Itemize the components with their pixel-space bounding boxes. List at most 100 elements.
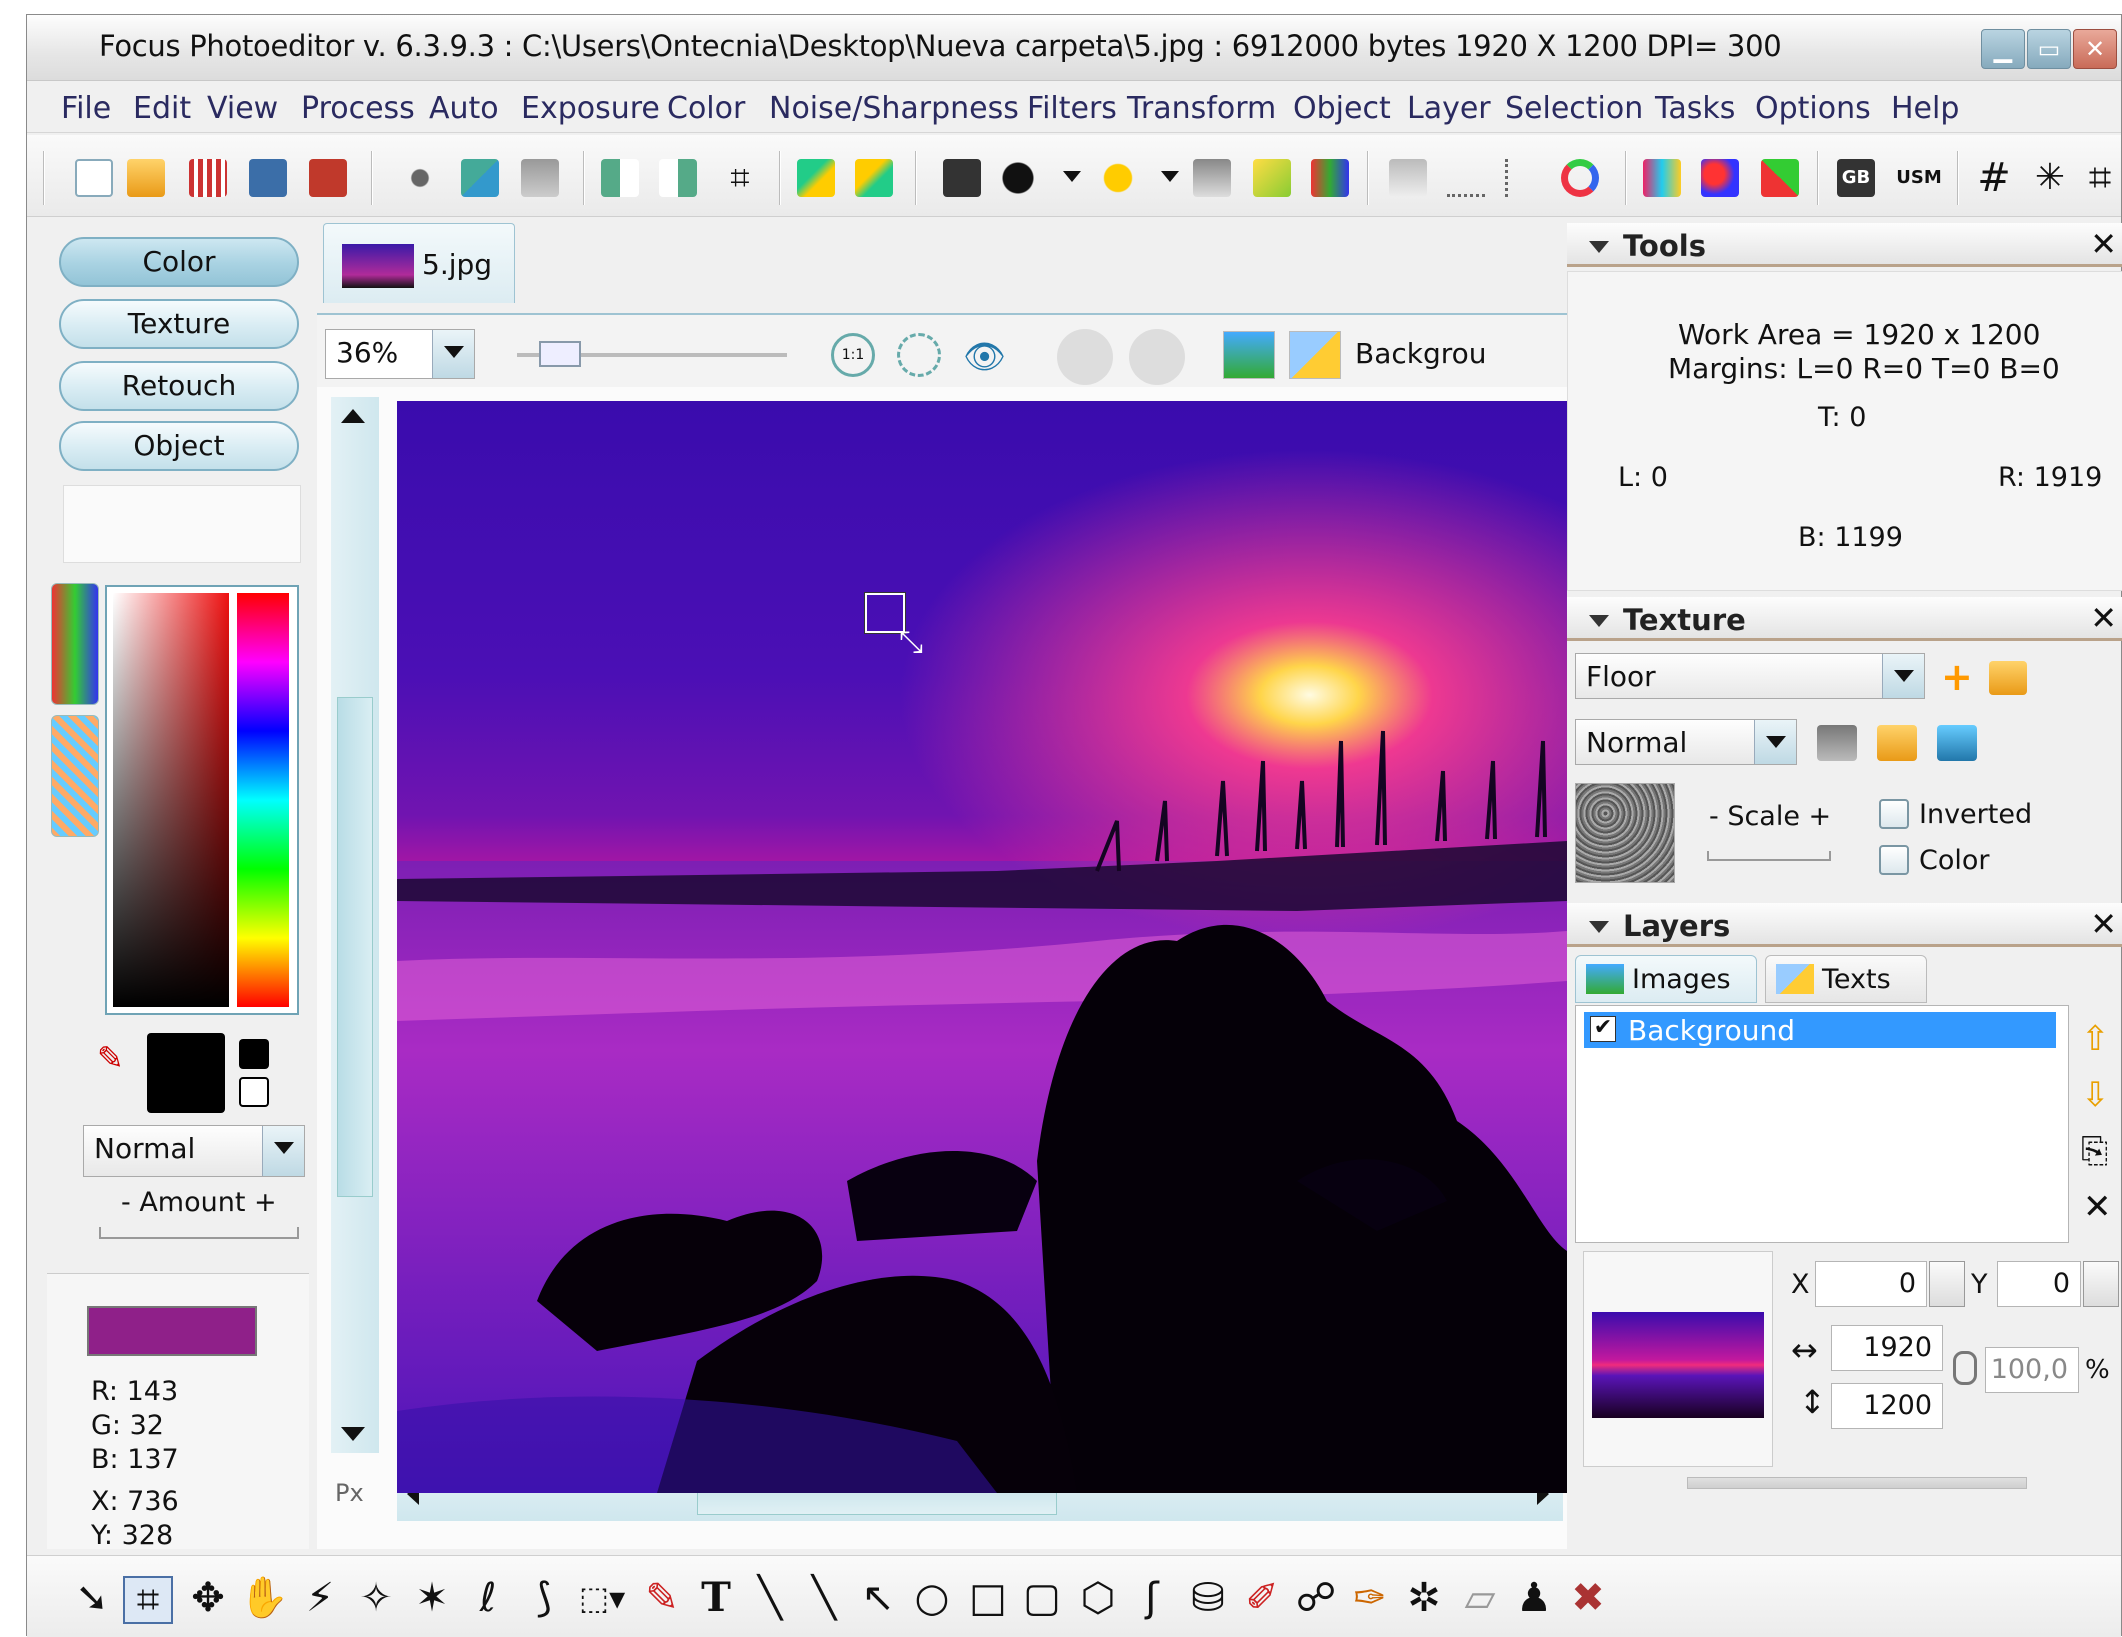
palette-mode-icon[interactable] (51, 715, 99, 837)
close-icon[interactable]: ✕ (2090, 905, 2117, 943)
color-replace-icon[interactable]: ✐ (1237, 1576, 1287, 1620)
open-texture-icon[interactable] (1989, 661, 2027, 695)
maximize-button[interactable]: ▭ (2027, 29, 2071, 69)
scroll-up-icon[interactable] (341, 409, 365, 423)
text-tool-icon[interactable]: T (691, 1576, 741, 1620)
eyedropper-icon[interactable]: ✎ (97, 1039, 124, 1077)
noise-icon[interactable] (1193, 159, 1231, 197)
document-tab[interactable]: 5.jpg (323, 223, 515, 303)
hand-icon[interactable]: ✋ (239, 1576, 289, 1620)
close-button[interactable]: ✕ (2073, 29, 2117, 69)
levels-icon[interactable] (999, 159, 1037, 197)
delete-layer-icon[interactable]: ✕ (2083, 1187, 2112, 1227)
menu-color[interactable]: Color (667, 91, 745, 126)
back-arrow-icon[interactable] (1057, 329, 1113, 385)
texture-mode-select[interactable]: Normal (1575, 719, 1797, 765)
chevron-down-icon[interactable] (1754, 720, 1796, 764)
polygon-icon[interactable]: ⬡ (1073, 1576, 1123, 1620)
foreground-color-swatch[interactable] (147, 1033, 225, 1113)
curve-icon[interactable] (1505, 159, 1543, 197)
sparkle-icon[interactable]: ✳ (2031, 159, 2069, 197)
tab-images[interactable]: Images (1575, 955, 1757, 1003)
saturation-brightness-field[interactable] (113, 593, 229, 1007)
zoom-select[interactable]: 36% (325, 329, 475, 379)
auto-enhance-icon[interactable] (1099, 159, 1137, 197)
layers-panel-header[interactable]: Layers ✕ (1567, 903, 2122, 947)
scroll-down-icon[interactable] (341, 1427, 365, 1441)
hue-icon[interactable] (1643, 159, 1681, 197)
chevron-down-icon[interactable] (262, 1126, 304, 1176)
ellipse-icon[interactable]: ○ (907, 1576, 957, 1620)
tab-texture[interactable]: Texture (59, 299, 299, 349)
blend-mode-select[interactable]: Normal (83, 1125, 305, 1177)
texture-open-icon[interactable] (1877, 725, 1917, 761)
default-black-swatch[interactable] (239, 1039, 269, 1069)
resize-icon[interactable]: ⌗ (2081, 158, 2119, 198)
arrow-icon[interactable]: ↖ (853, 1576, 903, 1620)
smart-select-icon[interactable]: ✶ (407, 1576, 457, 1620)
panel-resize-handle[interactable] (1687, 1477, 2027, 1489)
histogram-icon[interactable] (943, 159, 981, 197)
x-input[interactable]: 0 (1815, 1261, 1927, 1307)
export-layer-icon[interactable]: ⎘ (2081, 1131, 2108, 1171)
pointer-icon[interactable]: ➘ (67, 1576, 117, 1620)
texture-fill-icon[interactable] (1817, 725, 1857, 761)
menu-help[interactable]: Help (1891, 91, 1959, 126)
color-checkbox[interactable] (1879, 845, 1909, 875)
vertical-scrollbar[interactable] (331, 397, 379, 1453)
x-stepper[interactable] (1929, 1261, 1965, 1307)
chevron-down-icon[interactable] (1882, 654, 1924, 698)
height-input[interactable]: 1200 (1831, 1383, 1943, 1429)
lasso-icon[interactable]: ℓ (463, 1576, 513, 1620)
grid-icon[interactable] (189, 159, 227, 197)
brush-icon[interactable]: ╲ (745, 1576, 795, 1620)
flip-horizontal-icon[interactable] (601, 159, 639, 197)
close-icon[interactable]: ✕ (2090, 599, 2117, 637)
flip-vertical-icon[interactable] (659, 159, 697, 197)
tab-color[interactable]: Color (59, 237, 299, 287)
crop-icon[interactable]: ⌗ (721, 159, 759, 197)
menu-layer[interactable]: Layer (1407, 91, 1491, 126)
menu-selection[interactable]: Selection (1505, 91, 1643, 126)
rectangle-icon[interactable]: □ (963, 1576, 1013, 1620)
line-icon[interactable]: ╲ (799, 1576, 849, 1620)
amount-slider[interactable] (99, 1227, 299, 1239)
curve-tool-icon[interactable]: ʃ (1127, 1576, 1177, 1620)
move-icon[interactable]: ✥ (183, 1576, 233, 1620)
texture-panel-header[interactable]: Texture ✕ (1567, 597, 2122, 641)
paint-icon[interactable]: ✑ (1345, 1576, 1395, 1620)
magic-wand-icon[interactable]: ⚡ (295, 1576, 345, 1620)
menu-transform[interactable]: Transform (1127, 91, 1276, 126)
image-canvas[interactable]: ⤡ (397, 401, 1567, 1493)
scale-slider[interactable] (1707, 851, 1831, 861)
white-balance-icon[interactable] (1253, 159, 1291, 197)
tab-object[interactable]: Object (59, 421, 299, 471)
scale-percent-input[interactable]: 100,0 (1985, 1347, 2079, 1393)
move-layer-up-icon[interactable]: ⇧ (2081, 1019, 2110, 1059)
tab-texts[interactable]: Texts (1765, 955, 1927, 1003)
paste-icon[interactable] (521, 159, 559, 197)
brightness-icon[interactable]: GB (1837, 159, 1875, 197)
menu-object[interactable]: Object (1293, 91, 1391, 126)
undo-icon[interactable] (797, 159, 835, 197)
replace-color-icon[interactable] (1761, 159, 1799, 197)
layer-visibility-checkbox[interactable]: ✔ (1590, 1016, 1616, 1042)
texture-copy-icon[interactable] (1937, 725, 1977, 761)
menu-process[interactable]: Process (301, 91, 415, 126)
collapse-icon[interactable] (1589, 615, 1609, 627)
default-white-swatch[interactable] (239, 1077, 269, 1107)
menu-filters[interactable]: Filters (1027, 91, 1117, 126)
menu-tasks[interactable]: Tasks (1655, 91, 1735, 126)
swatch-grid[interactable] (63, 485, 301, 563)
redo-icon[interactable] (855, 159, 893, 197)
menu-options[interactable]: Options (1755, 91, 1871, 126)
menu-edit[interactable]: Edit (133, 91, 191, 126)
pen-icon[interactable] (1447, 159, 1485, 197)
menu-auto[interactable]: Auto (429, 91, 499, 126)
minimize-button[interactable]: ▁ (1981, 29, 2025, 69)
hue-slider[interactable] (237, 593, 289, 1007)
width-input[interactable]: 1920 (1831, 1325, 1943, 1371)
add-texture-icon[interactable]: + (1941, 655, 1973, 699)
zoom-fit-icon[interactable] (897, 333, 941, 377)
smudge-icon[interactable]: ☍ (1291, 1576, 1341, 1620)
